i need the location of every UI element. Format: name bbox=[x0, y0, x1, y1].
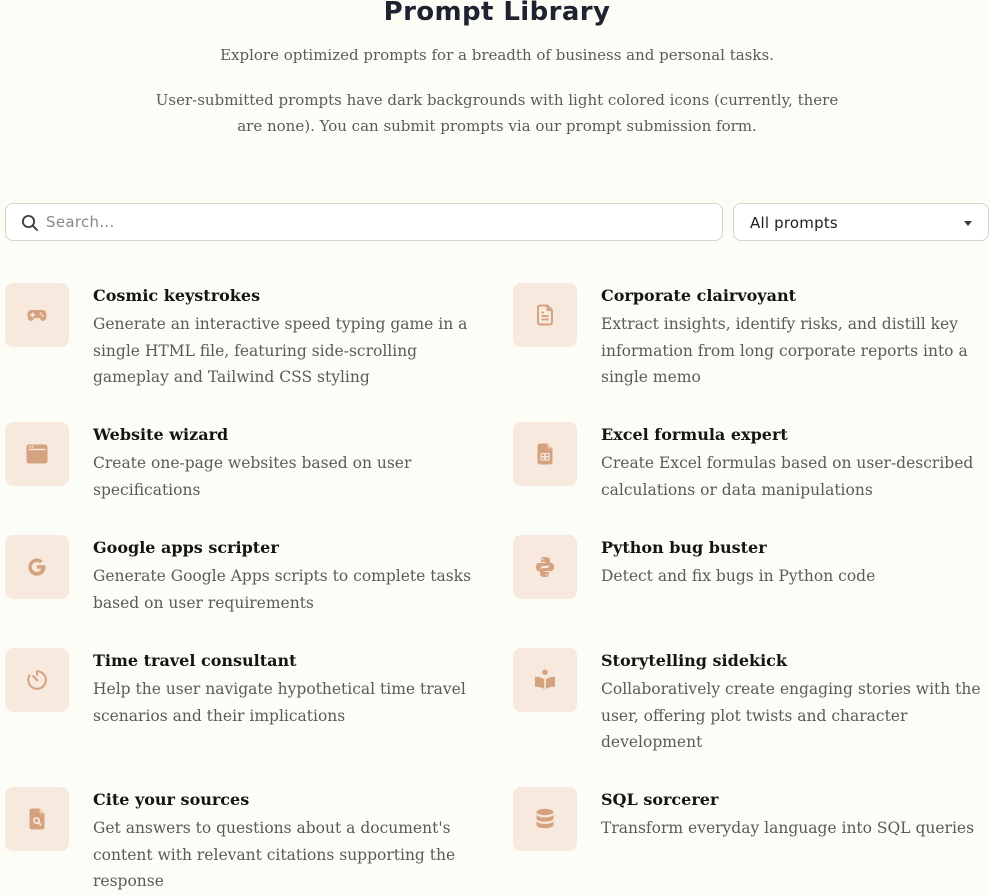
prompt-title: Excel formula expert bbox=[601, 425, 788, 444]
search-box[interactable] bbox=[5, 203, 723, 241]
prompt-title: Cite your sources bbox=[93, 790, 250, 809]
spreadsheet-icon bbox=[537, 443, 553, 465]
chevron-down-icon bbox=[964, 221, 972, 226]
icon-tile bbox=[513, 535, 577, 599]
icon-tile bbox=[513, 422, 577, 486]
icon-tile bbox=[513, 787, 577, 851]
prompt-description: Generate an interactive speed typing gam… bbox=[93, 315, 468, 386]
prompt-title: Storytelling sidekick bbox=[601, 651, 787, 670]
document-search-icon bbox=[29, 808, 45, 830]
prompt-title: Google apps scripter bbox=[93, 538, 279, 557]
prompt-title: Python bug buster bbox=[601, 538, 767, 557]
prompt-title: Corporate clairvoyant bbox=[601, 286, 796, 305]
document-icon bbox=[537, 304, 553, 326]
icon-tile bbox=[513, 648, 577, 712]
page-subtitle: Explore optimized prompts for a breadth … bbox=[220, 46, 774, 64]
prompt-description: Collaboratively create engaging stories … bbox=[601, 680, 981, 751]
icon-tile bbox=[5, 535, 69, 599]
python-icon bbox=[536, 557, 554, 577]
browser-window-icon bbox=[26, 444, 48, 464]
google-icon bbox=[28, 558, 46, 576]
submission-note: User-submitted prompts have dark backgro… bbox=[155, 91, 839, 135]
icon-tile bbox=[5, 648, 69, 712]
icon-tile bbox=[5, 283, 69, 347]
prompt-title: Time travel consultant bbox=[93, 651, 297, 670]
book-icon bbox=[535, 669, 555, 689]
page-title: Prompt Library bbox=[383, 0, 611, 27]
icon-tile bbox=[5, 422, 69, 486]
filter-selected-value: All prompts bbox=[750, 214, 838, 232]
prompt-description: Create Excel formulas based on user-desc… bbox=[601, 454, 974, 499]
prompt-description: Detect and fix bugs in Python code bbox=[601, 567, 876, 585]
prompt-title: Cosmic keystrokes bbox=[93, 286, 261, 305]
prompt-title: SQL sorcerer bbox=[601, 790, 719, 809]
timer-icon bbox=[27, 670, 47, 690]
gamepad-icon bbox=[27, 310, 47, 321]
prompt-description: Generate Google Apps scripts to complete… bbox=[93, 567, 472, 612]
icon-tile bbox=[513, 283, 577, 347]
prompt-filter-select[interactable]: All prompts bbox=[733, 203, 989, 241]
database-icon bbox=[536, 808, 554, 829]
search-input[interactable] bbox=[46, 204, 706, 240]
prompt-description: Create one-page websites based on user s… bbox=[93, 454, 412, 499]
search-icon bbox=[22, 215, 38, 231]
icon-tile bbox=[5, 787, 69, 851]
prompt-description: Transform everyday language into SQL que… bbox=[601, 819, 975, 837]
prompt-title: Website wizard bbox=[93, 425, 229, 444]
prompt-description: Get answers to questions about a documen… bbox=[93, 819, 456, 890]
prompt-description: Help the user navigate hypothetical time… bbox=[93, 680, 466, 725]
prompt-description: Extract insights, identify risks, and di… bbox=[601, 315, 968, 386]
